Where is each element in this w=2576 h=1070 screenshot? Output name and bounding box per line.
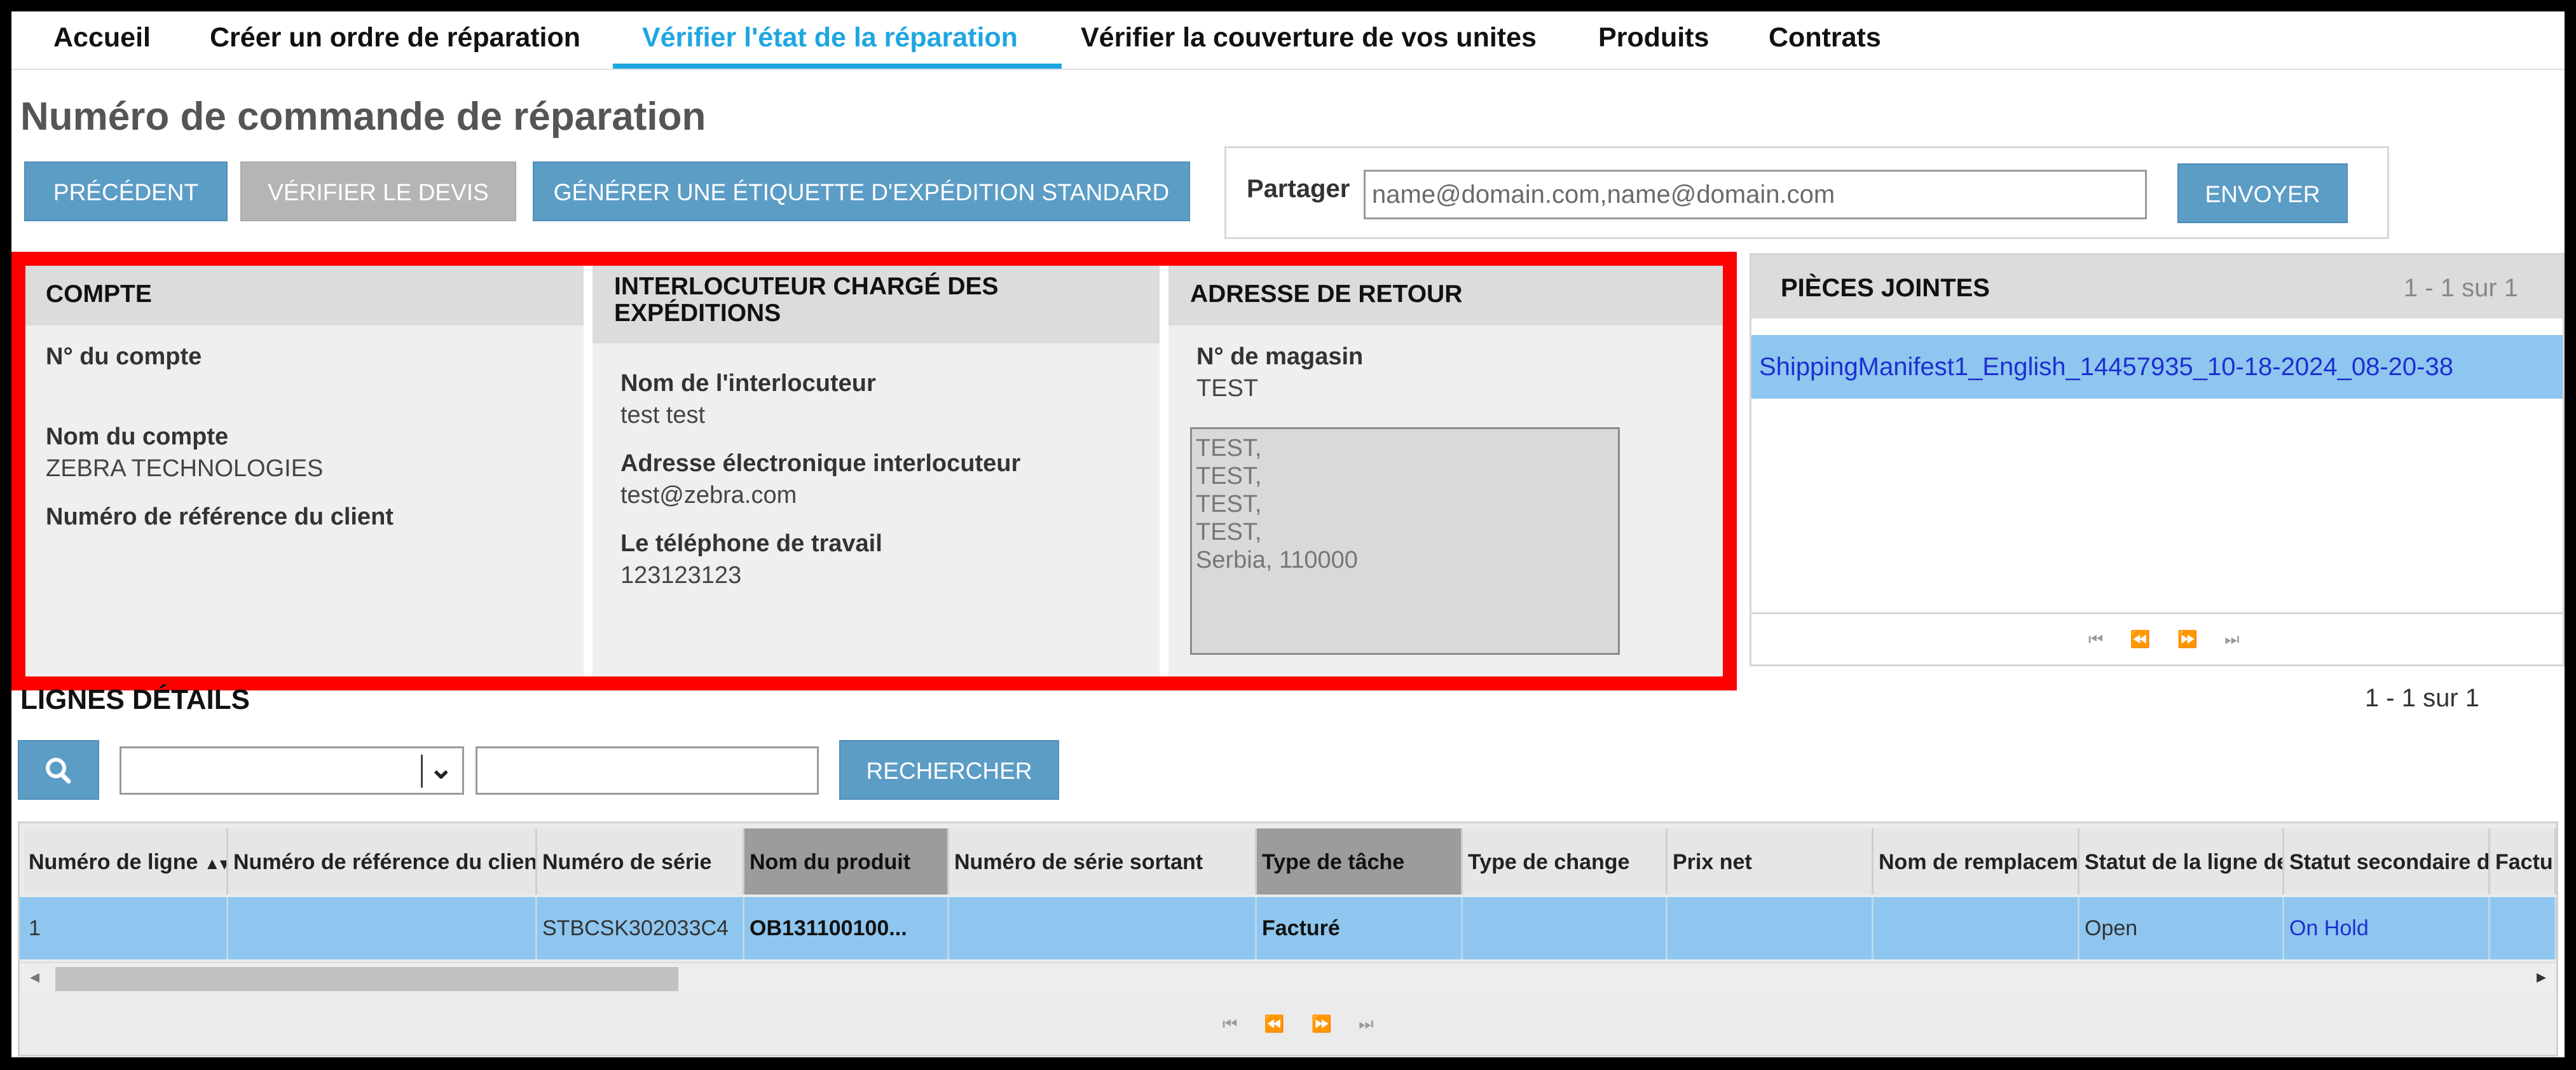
- attachments-panel: PIÈCES JOINTES 1 - 1 sur 1 ShippingManif…: [1750, 253, 2565, 666]
- contact-phone-value: 123123123: [620, 562, 742, 589]
- lines-table: Numéro de ligne ▲▾ Numéro de référence d…: [18, 821, 2558, 1057]
- previous-button[interactable]: PRÉCÉDENT: [24, 161, 228, 221]
- cell-out-serial: [949, 897, 1257, 959]
- account-name-label: Nom du compte: [46, 423, 229, 450]
- share-email-input[interactable]: [1364, 170, 2147, 219]
- return-address-textarea[interactable]: TEST, TEST, TEST, TEST, Serbia, 110000: [1190, 427, 1620, 655]
- contact-name-value: test test: [620, 402, 706, 429]
- cell-line-status: Open: [2079, 897, 2284, 959]
- account-panel: COMPTE N° du compte Nom du compte ZEBRA …: [24, 263, 584, 682]
- store-number-label: N° de magasin: [1196, 343, 1364, 370]
- nav-item-products[interactable]: Produits: [1598, 11, 1709, 70]
- nav-item-home[interactable]: Accueil: [53, 11, 151, 70]
- next-page-icon[interactable]: ⏩: [1312, 1014, 1332, 1034]
- cell-replacement-name: [1874, 897, 2079, 959]
- cell-change-type: [1463, 897, 1668, 959]
- col-header-secondary-status[interactable]: Statut secondaire de: [2284, 828, 2490, 895]
- page-title: Numéro de commande de réparation: [20, 95, 706, 139]
- col-header-invoice[interactable]: Factu: [2490, 828, 2556, 895]
- client-ref-label: Numéro de référence du client: [46, 504, 394, 530]
- col-header-change-type[interactable]: Type de change: [1463, 828, 1668, 895]
- top-nav: Accueil Créer un ordre de réparation Vér…: [11, 11, 2565, 70]
- filter-column-select[interactable]: ⌄: [120, 746, 464, 795]
- search-icon: [46, 758, 71, 784]
- scroll-left-icon[interactable]: ◂: [30, 966, 39, 988]
- generate-shipping-label-button[interactable]: GÉNÉRER UNE ÉTIQUETTE D'EXPÉDITION STAND…: [533, 161, 1190, 221]
- nav-item-check-coverage[interactable]: Vérifier la couverture de vos unites: [1081, 11, 1537, 70]
- lines-details-title: LIGNES DÉTAILS: [20, 684, 250, 715]
- cell-secondary-status[interactable]: On Hold: [2284, 897, 2490, 959]
- scrollbar-thumb[interactable]: [55, 967, 678, 991]
- col-header-task-type[interactable]: Type de tâche: [1257, 828, 1463, 895]
- next-page-icon[interactable]: ⏩: [2177, 629, 2198, 650]
- contact-email-value: test@zebra.com: [620, 482, 797, 509]
- return-address-title: ADRESSE DE RETOUR: [1168, 263, 1728, 326]
- shipping-contact-panel: INTERLOCUTEUR CHARGÉ DES EXPÉDITIONS Nom…: [593, 263, 1160, 682]
- nav-item-contracts[interactable]: Contrats: [1769, 11, 1881, 70]
- return-address-panel: ADRESSE DE RETOUR N° de magasin TEST TES…: [1168, 263, 1728, 682]
- contact-email-label: Adresse électronique interlocuteur: [620, 450, 1021, 477]
- prev-page-icon[interactable]: ⏪: [1264, 1014, 1284, 1034]
- account-name-value: ZEBRA TECHNOLOGIES: [46, 455, 324, 482]
- cell-task-type: Facturé: [1257, 897, 1463, 959]
- attachments-count: 1 - 1 sur 1: [2403, 274, 2518, 302]
- nav-item-check-repair-status[interactable]: Vérifier l'état de la réparation: [642, 11, 1018, 70]
- horizontal-scrollbar[interactable]: ◂ ▸: [20, 962, 2556, 994]
- check-quote-button[interactable]: VÉRIFIER LE DEVIS: [240, 161, 516, 221]
- cell-client-ref: [228, 897, 537, 959]
- cell-invoice: [2490, 897, 2556, 959]
- first-page-icon[interactable]: ⏮: [2088, 629, 2103, 650]
- attachment-link[interactable]: ShippingManifest1_English_14457935_10-18…: [1759, 353, 2453, 381]
- contact-panel-title: INTERLOCUTEUR CHARGÉ DES EXPÉDITIONS: [593, 263, 1160, 343]
- account-panel-title: COMPTE: [24, 263, 584, 326]
- col-header-replacement-name[interactable]: Nom de remplacement: [1874, 828, 2079, 895]
- col-header-serial[interactable]: Numéro de série: [537, 828, 744, 895]
- cell-product-name: OB131100100...: [744, 897, 949, 959]
- share-label: Partager: [1247, 175, 1350, 203]
- col-header-out-serial[interactable]: Numéro de série sortant: [949, 828, 1257, 895]
- attachments-header: PIÈCES JOINTES 1 - 1 sur 1: [1751, 255, 2563, 319]
- last-page-icon[interactable]: ⏭: [1359, 1014, 1373, 1034]
- active-tab-underline: [613, 64, 1062, 69]
- contact-name-label: Nom de l'interlocuteur: [620, 370, 876, 397]
- lines-pager: ⏮ ⏪ ⏩ ⏭: [1223, 1014, 1374, 1034]
- prev-page-icon[interactable]: ⏪: [2130, 629, 2150, 650]
- select-divider: [421, 755, 423, 788]
- attachment-row[interactable]: ShippingManifest1_English_14457935_10-18…: [1751, 335, 2563, 399]
- col-header-line-status[interactable]: Statut de la ligne de: [2079, 828, 2284, 895]
- cell-serial: STBCSK302033C4: [537, 897, 744, 959]
- scroll-right-icon[interactable]: ▸: [2537, 966, 2546, 988]
- col-header-product-name[interactable]: Nom du produit: [744, 828, 949, 895]
- contact-phone-label: Le téléphone de travail: [620, 530, 882, 557]
- send-button[interactable]: ENVOYER: [2177, 163, 2348, 223]
- sort-asc-icon[interactable]: ▲▾: [204, 854, 226, 873]
- attachments-pager: ⏮ ⏪ ⏩ ⏭: [1751, 612, 2563, 664]
- share-panel: Partager ENVOYER: [1224, 146, 2389, 239]
- cell-line-number: 1: [24, 897, 228, 959]
- first-page-icon[interactable]: ⏮: [1223, 1014, 1237, 1034]
- cell-net-price: [1668, 897, 1874, 959]
- store-number-value: TEST: [1196, 375, 1259, 402]
- col-header-line-number[interactable]: Numéro de ligne ▲▾: [24, 828, 228, 895]
- filter-value-input[interactable]: [476, 746, 819, 795]
- nav-item-create-repair[interactable]: Créer un ordre de réparation: [210, 11, 580, 70]
- search-icon-button[interactable]: [18, 740, 99, 800]
- col-header-client-ref[interactable]: Numéro de référence du client: [228, 828, 537, 895]
- lines-count: 1 - 1 sur 1: [2364, 684, 2479, 712]
- search-button[interactable]: RECHERCHER: [839, 740, 1059, 800]
- last-page-icon[interactable]: ⏭: [2224, 629, 2239, 650]
- attachments-title: PIÈCES JOINTES: [1781, 274, 1990, 302]
- app-frame: Accueil Créer un ordre de réparation Vér…: [11, 11, 2565, 1057]
- chevron-down-icon[interactable]: ⌄: [428, 751, 453, 785]
- account-number-label: N° du compte: [46, 343, 202, 370]
- col-header-net-price[interactable]: Prix net: [1668, 828, 1874, 895]
